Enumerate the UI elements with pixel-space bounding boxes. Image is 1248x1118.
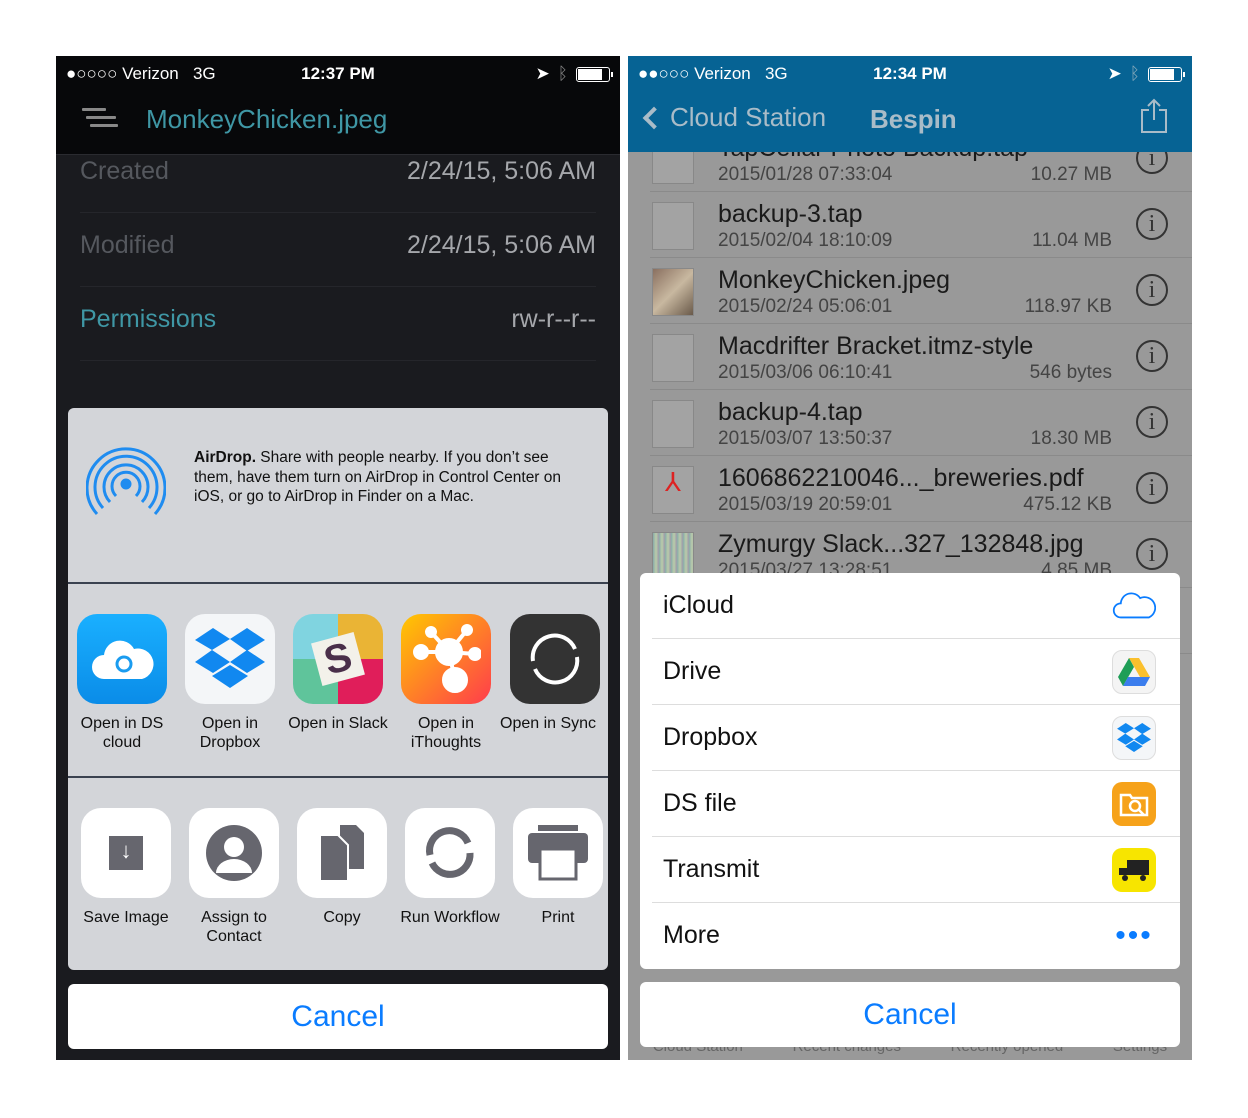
actions-row: ↓ Save Image Assign to Contact Copy Run W… [68, 778, 608, 970]
dropbox-icon [185, 614, 275, 704]
file-row[interactable]: MonkeyChicken.jpeg 2015/02/24 05:06:01 1… [650, 258, 1192, 324]
file-row[interactable]: ⅄ 1606862210046..._breweries.pdf 2015/03… [650, 456, 1192, 522]
file-size: 10.27 MB [1030, 164, 1112, 185]
print-action[interactable]: Print [504, 808, 608, 927]
file-icon [652, 334, 694, 382]
open-in-ithoughts[interactable]: Open in iThoughts [392, 614, 500, 752]
file-row[interactable]: backup-3.tap 2015/02/04 18:10:09 11.04 M… [650, 192, 1192, 258]
share-sheet: AirDrop. Share with people nearby. If yo… [68, 408, 608, 970]
file-date: 2015/03/06 06:10:41 [718, 362, 893, 383]
airdrop-icon [86, 447, 166, 516]
menu-item-dropbox[interactable]: Dropbox [652, 705, 1180, 771]
contact-icon [189, 808, 279, 898]
info-icon[interactable]: i [1136, 538, 1168, 570]
open-in-ds-cloud[interactable]: Open in DS cloud [68, 614, 176, 752]
file-name: backup-3.tap [718, 200, 863, 228]
battery-icon [576, 66, 613, 82]
menu-item-drive[interactable]: Drive [652, 639, 1180, 705]
info-icon[interactable]: i [1136, 472, 1168, 504]
airdrop-title: AirDrop. [194, 449, 256, 466]
menu-item-icloud[interactable]: iCloud [652, 573, 1180, 639]
info-row-created: Created 2/24/15, 5:06 AM [80, 139, 596, 213]
ds-cloud-icon [77, 614, 167, 704]
bluetooth-icon: ᛒ [1129, 64, 1140, 83]
ithoughts-icon [401, 614, 491, 704]
cancel-button[interactable]: Cancel [68, 984, 608, 1049]
info-row-permissions: Permissions rw-r--r-- [80, 287, 596, 361]
apps-row: Open in DS cloud Open in Dropbox S Open i… [68, 584, 608, 778]
assign-to-contact-action[interactable]: Assign to Contact [180, 808, 288, 946]
save-image-action[interactable]: ↓ Save Image [72, 808, 180, 927]
location-icon: ➤ [1107, 64, 1122, 83]
file-name: Macdrifter Bracket.itmz-style [718, 332, 1034, 360]
pdf-file-icon: ⅄ [652, 466, 694, 514]
menu-icon[interactable] [82, 108, 118, 136]
file-name: MonkeyChicken.jpeg [718, 266, 951, 294]
open-in-dropbox[interactable]: Open in Dropbox [176, 614, 284, 752]
transmit-icon [1112, 848, 1156, 892]
info-icon[interactable]: i [1136, 208, 1168, 240]
open-in-menu: iCloud Drive Dropbox DS file Transmit Mo… [640, 573, 1180, 969]
dropbox-icon [1112, 716, 1156, 760]
copy-action[interactable]: Copy [288, 808, 396, 927]
status-bar: ●●○○○ Verizon 3G 12:34 PM ➤ ᛒ [628, 56, 1192, 90]
cancel-button[interactable]: Cancel [640, 982, 1180, 1047]
info-icon[interactable]: i [1136, 274, 1168, 306]
file-name: Zymurgy Slack...327_132848.jpg [718, 530, 1084, 558]
file-date: 2015/01/28 07:33:04 [718, 164, 893, 185]
copy-icon [297, 808, 387, 898]
location-icon: ➤ [535, 64, 550, 83]
battery-icon [1148, 66, 1185, 82]
bluetooth-icon: ᛒ [557, 64, 568, 83]
image-thumbnail [652, 268, 694, 316]
file-icon [652, 400, 694, 448]
file-size: 18.30 MB [1030, 428, 1112, 449]
file-date: 2015/03/19 20:59:01 [718, 494, 893, 515]
file-icon [652, 202, 694, 250]
slack-icon: S [293, 614, 383, 704]
run-workflow-action[interactable]: Run Workflow [396, 808, 504, 927]
file-name: backup-4.tap [718, 398, 863, 426]
status-bar: ●○○○○ Verizon 3G 12:37 PM ➤ ᛒ [56, 56, 620, 90]
nav-bar: Cloud Station Bespin [628, 90, 1192, 152]
file-size: 475.12 KB [1023, 494, 1112, 515]
file-size: 546 bytes [1029, 362, 1112, 383]
info-icon[interactable]: i [1136, 340, 1168, 372]
menu-item-transmit[interactable]: Transmit [652, 837, 1180, 903]
file-row[interactable]: Macdrifter Bracket.itmz-style 2015/03/06… [650, 324, 1192, 390]
print-icon [513, 808, 603, 898]
menu-item-ds-file[interactable]: DS file [652, 771, 1180, 837]
menu-item-more[interactable]: More ••• [652, 903, 1180, 969]
page-title: MonkeyChicken.jpeg [146, 104, 388, 134]
file-date: 2015/02/04 18:10:09 [718, 230, 893, 251]
file-name: 1606862210046..._breweries.pdf [718, 464, 1084, 492]
file-date: 2015/02/24 05:06:01 [718, 296, 893, 317]
workflow-icon [405, 808, 495, 898]
file-size: 118.97 KB [1024, 296, 1112, 317]
page-title: Bespin [870, 104, 957, 134]
right-screen: TapCellar Photo Backup.tap 2015/01/28 07… [628, 56, 1192, 1060]
share-icon[interactable] [1140, 98, 1168, 134]
ds-file-icon [1112, 782, 1156, 826]
open-in-slack[interactable]: S Open in Slack [284, 614, 392, 733]
open-in-sync[interactable]: Open in Sync [500, 614, 608, 733]
google-drive-icon [1112, 650, 1156, 694]
info-row-modified: Modified 2/24/15, 5:06 AM [80, 213, 596, 287]
sync-icon [510, 614, 600, 704]
file-date: 2015/03/07 13:50:37 [718, 428, 893, 449]
left-screen: ●○○○○ Verizon 3G 12:37 PM ➤ ᛒ MonkeyChick… [56, 56, 620, 1060]
icloud-icon [1112, 584, 1156, 628]
more-icon: ••• [1115, 919, 1153, 952]
file-row[interactable]: backup-4.tap 2015/03/07 13:50:37 18.30 M… [650, 390, 1192, 456]
save-image-icon: ↓ [81, 808, 171, 898]
airdrop-section[interactable]: AirDrop. Share with people nearby. If yo… [68, 408, 608, 584]
back-button[interactable]: Cloud Station [640, 102, 826, 133]
info-icon[interactable]: i [1136, 406, 1168, 438]
file-size: 11.04 MB [1032, 230, 1112, 251]
chevron-left-icon [642, 106, 666, 129]
